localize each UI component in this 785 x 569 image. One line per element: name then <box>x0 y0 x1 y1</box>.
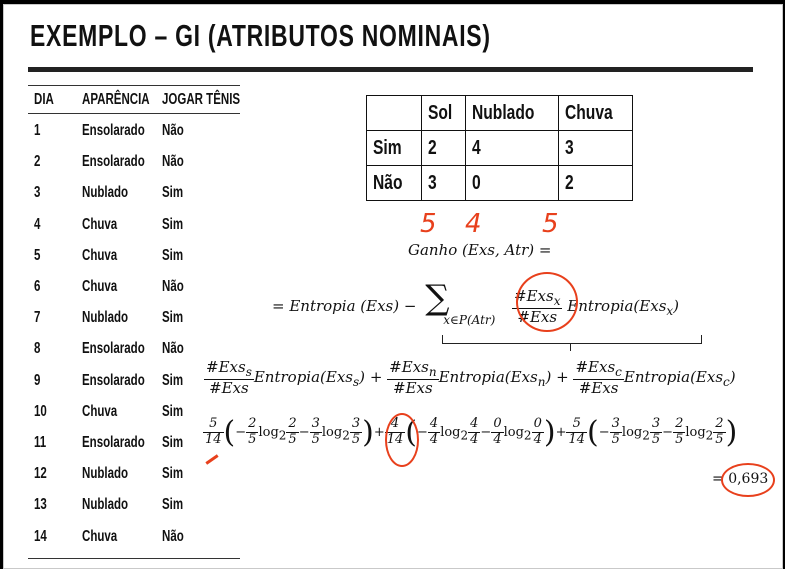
slide-title: EXEMPLO – GI (ATRIBUTOS NOMINAIS) <box>30 18 491 53</box>
jogar-cell: Não <box>162 278 184 295</box>
col-header-aparencia: APARÊNCIA <box>82 91 150 108</box>
sum-subscript: x∈P(Atr) <box>443 313 496 327</box>
handwritten-total-nublado: 4 <box>465 209 482 239</box>
counts-row-nao: Não 3 0 2 <box>366 165 634 201</box>
aparencia-cell: Nublado <box>82 496 129 514</box>
weight-circle-annotation <box>385 413 419 467</box>
aparencia-cell: Ensolarado <box>82 434 145 451</box>
aparencia-cell: Nublado <box>82 465 129 483</box>
term-s-fraction: #Exss #Exs <box>204 358 254 398</box>
aparencia-cell: Chuva <box>82 246 118 264</box>
dia-cell: 8 <box>34 340 41 358</box>
aparencia-cell: Chuva <box>82 527 118 545</box>
jogar-cell: Não <box>162 122 184 139</box>
plus-sign: + <box>369 368 383 387</box>
sigma-symbol: ∑ <box>425 278 450 318</box>
jogar-cell: Não <box>162 153 184 171</box>
slide: EXEMPLO – GI (ATRIBUTOS NOMINAIS) DIA AP… <box>3 4 783 569</box>
dia-cell: 7 <box>34 309 41 327</box>
handwritten-total-sol: 5 <box>420 209 437 239</box>
jogar-cell: Sim <box>162 371 184 389</box>
entropy-x-close: ) <box>673 297 680 315</box>
underbrace <box>442 335 702 344</box>
gain-label: Ganho (Exs, Atr) = <box>408 241 552 259</box>
entropy-eq: = Entropia (Exs) − <box>272 297 417 315</box>
handwritten-total-chuva: 5 <box>542 209 559 239</box>
table-rule-bottom <box>28 558 240 559</box>
jogar-cell: Sim <box>162 434 184 451</box>
counts-header-nublado: Nublado <box>465 95 560 131</box>
title-rule <box>28 67 753 72</box>
dia-cell: 12 <box>34 465 47 483</box>
aparencia-cell: Nublado <box>82 184 129 202</box>
counts-header-row: Sol Nublado Chuva <box>366 95 634 131</box>
aparencia-cell: Chuva <box>82 215 118 233</box>
dia-cell: 6 <box>34 278 41 295</box>
entropy-x: Entropia(Exs <box>567 297 667 315</box>
dia-cell: 10 <box>34 402 47 420</box>
dia-cell: 4 <box>34 215 41 233</box>
sum-block: ∑ x∈P(Atr) <box>421 281 507 327</box>
counts-table: Sol Nublado Chuva Sim 2 4 3 Não 3 0 2 <box>366 95 634 201</box>
jogar-cell: Sim <box>162 496 184 514</box>
dia-cell: 13 <box>34 496 47 514</box>
counts-header-chuva: Chuva <box>558 95 634 131</box>
counts-cell: 4 <box>465 130 560 166</box>
jogar-cell: Sim <box>162 465 184 483</box>
numeric-expansion: 5 14 (− 2 5 log2 2 5−3 5 log2 3 5)+ 4 14 (− 4 4 log2 4 4−0 4… <box>203 415 738 450</box>
counts-row-label: Sim <box>366 130 422 166</box>
aparencia-cell: Ensolarado <box>82 340 145 358</box>
aparencia-cell: Chuva <box>82 402 118 420</box>
counts-row-sim: Sim 2 4 3 <box>366 130 634 166</box>
counts-cell: 2 <box>420 130 467 166</box>
dia-cell: 3 <box>34 184 41 202</box>
counts-cell: 2 <box>558 165 634 201</box>
jogar-cell: Sim <box>162 215 184 233</box>
handwritten-tick <box>205 454 219 465</box>
expanded-sum: #Exss #Exs Entropia(Exss) + #Exsn #Exs E… <box>204 358 736 398</box>
underbrace-tip <box>570 343 571 351</box>
jogar-cell: Sim <box>162 402 184 420</box>
aparencia-cell: Ensolarado <box>82 153 145 171</box>
dia-cell: 9 <box>34 371 41 389</box>
term-c-entropy: Entropia(Exs <box>623 368 724 387</box>
jogar-cell: Sim <box>162 184 184 202</box>
col-header-jogar-tenis: JOGAR TÊNIS <box>162 91 241 108</box>
term-n-fraction: #Exsn #Exs <box>387 358 439 398</box>
table-rule-header <box>28 113 240 114</box>
aparencia-cell: Nublado <box>82 309 129 327</box>
col-header-dia: DIA <box>34 91 54 108</box>
ratio-circle-annotation <box>516 272 578 332</box>
counts-cell: 3 <box>558 130 634 166</box>
term-n-entropy: Entropia(Exs <box>438 368 538 387</box>
table-rule-top <box>28 85 240 86</box>
counts-corner <box>366 95 422 131</box>
result-circle-annotation <box>721 463 775 497</box>
term-s-entropy: Entropia(Exs <box>253 368 353 387</box>
jogar-cell: Não <box>162 527 184 545</box>
aparencia-cell: Chuva <box>82 278 118 295</box>
dia-cell: 2 <box>34 153 41 171</box>
aparencia-cell: Ensolarado <box>82 122 145 139</box>
entropy-formula: = Entropia (Exs) − ∑ x∈P(Atr) #Exsx #Exs… <box>272 281 680 327</box>
term-c-fraction: #Exsc #Exs <box>573 358 624 398</box>
dia-cell: 1 <box>34 122 41 139</box>
counts-cell: 3 <box>420 165 467 201</box>
dia-cell: 11 <box>34 434 47 451</box>
counts-header-sol: Sol <box>420 95 467 131</box>
jogar-cell: Não <box>162 340 184 358</box>
plus-sign: + <box>556 368 569 387</box>
aparencia-cell: Ensolarado <box>82 371 145 389</box>
counts-cell: 0 <box>465 165 560 201</box>
dia-cell: 5 <box>34 246 41 264</box>
jogar-cell: Sim <box>162 246 184 264</box>
dia-cell: 14 <box>34 527 47 545</box>
counts-row-label: Não <box>366 165 422 201</box>
jogar-cell: Sim <box>162 309 184 327</box>
